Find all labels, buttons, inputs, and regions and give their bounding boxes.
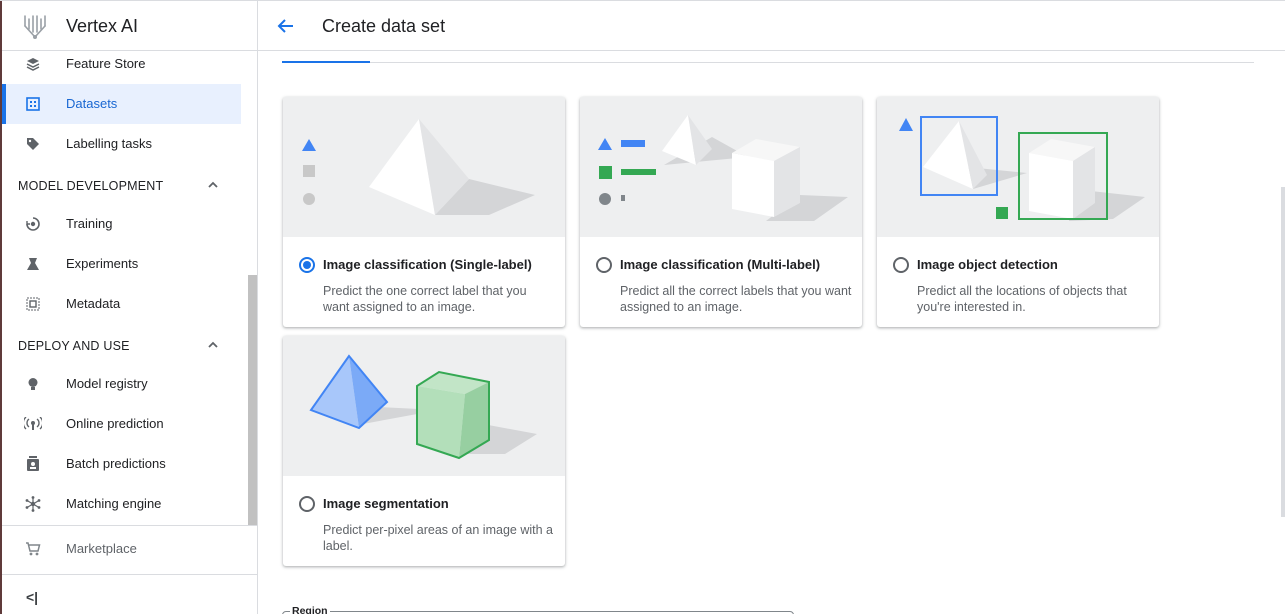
cart-icon xyxy=(24,540,42,558)
sidebar-scrollbar[interactable] xyxy=(248,275,257,525)
feature-store-icon xyxy=(24,55,42,73)
sidebar-item-batch-predictions[interactable]: Batch predictions xyxy=(2,444,241,484)
card-description: Predict the one correct label that you w… xyxy=(323,284,527,314)
vertex-ai-logo-icon xyxy=(24,15,46,39)
sidebar-item-label: Matching engine xyxy=(66,496,162,511)
sidebar-item-metadata[interactable]: Metadata xyxy=(2,284,241,324)
sidebar-item-datasets[interactable]: Datasets xyxy=(2,84,241,124)
object-detection-radio[interactable] xyxy=(893,257,909,273)
single-label-radio[interactable] xyxy=(299,257,315,273)
section-deploy-and-use[interactable]: DEPLOY AND USE xyxy=(18,337,228,357)
region-label: Region xyxy=(290,605,330,614)
card-image-classification-single[interactable]: Image classification (Single-label) Pred… xyxy=(283,97,565,327)
sidebar-item-training[interactable]: Training xyxy=(2,204,241,244)
section-title: MODEL DEVELOPMENT xyxy=(18,179,164,193)
card-image-segmentation[interactable]: Image segmentation Predict per-pixel are… xyxy=(283,336,565,566)
label-tag-icon xyxy=(24,135,42,153)
segmentation-radio[interactable] xyxy=(299,496,315,512)
sidebar-item-label: Labelling tasks xyxy=(66,136,152,151)
card-description: Predict all the correct labels that you … xyxy=(620,284,852,314)
lightbulb-icon xyxy=(24,375,42,393)
sidebar-item-label: Datasets xyxy=(66,96,118,111)
sidebar-item-label: Metadata xyxy=(66,296,121,311)
card-image-object-detection[interactable]: Image object detection Predict all the l… xyxy=(877,97,1159,327)
segmentation-illustration xyxy=(283,336,565,476)
single-label-illustration xyxy=(283,97,565,237)
tab-bar xyxy=(282,62,1254,63)
chevron-up-icon[interactable] xyxy=(206,338,220,352)
card-title: Image object detection xyxy=(917,257,1058,272)
card-title: Image classification (Multi-label) xyxy=(620,257,821,272)
datasets-icon xyxy=(24,95,42,113)
chevron-up-icon[interactable] xyxy=(206,178,220,192)
flask-icon xyxy=(24,255,42,273)
back-arrow-icon[interactable] xyxy=(276,16,296,36)
sidebar-item-label: Online prediction xyxy=(66,416,164,431)
sidebar: Vertex AI Feature Store Datasets Labelli… xyxy=(0,1,258,614)
section-model-development[interactable]: MODEL DEVELOPMENT xyxy=(18,177,228,197)
tab-active-indicator[interactable] xyxy=(282,61,370,63)
card-title: Image segmentation xyxy=(323,496,449,511)
metadata-icon xyxy=(24,295,42,313)
training-icon xyxy=(24,215,42,233)
page-header: Create data set xyxy=(258,1,1285,51)
sidebar-item-label: Training xyxy=(66,216,113,231)
sidebar-item-labelling-tasks[interactable]: Labelling tasks xyxy=(2,124,241,164)
sidebar-item-marketplace[interactable]: Marketplace xyxy=(2,529,241,569)
app-name: Vertex AI xyxy=(66,16,139,36)
card-title: Image classification (Single-label) xyxy=(323,257,532,272)
card-image-classification-multi[interactable]: Image classification (Multi-label) Predi… xyxy=(580,97,862,327)
batch-icon xyxy=(24,455,42,473)
sidebar-divider xyxy=(2,574,258,575)
sidebar-item-label: Marketplace xyxy=(66,541,137,556)
collapse-sidebar-icon[interactable]: <| xyxy=(26,589,38,605)
sidebar-item-feature-store[interactable]: Feature Store xyxy=(2,44,241,84)
card-description: Predict all the locations of objects tha… xyxy=(917,284,1127,314)
multi-label-illustration xyxy=(580,97,862,237)
app-root: Vertex AI Feature Store Datasets Labelli… xyxy=(0,0,1285,614)
card-description: Predict per-pixel areas of an image with… xyxy=(323,523,553,553)
sidebar-item-matching-engine[interactable]: Matching engine xyxy=(2,484,241,524)
hub-icon xyxy=(24,495,42,513)
sidebar-item-label: Batch predictions xyxy=(66,456,166,471)
sidebar-item-model-registry[interactable]: Model registry xyxy=(2,364,241,404)
main-scrollbar[interactable] xyxy=(1281,187,1285,517)
page-title: Create data set xyxy=(322,16,446,36)
multi-label-radio[interactable] xyxy=(596,257,612,273)
broadcast-icon xyxy=(24,415,42,433)
sidebar-divider xyxy=(2,525,258,526)
sidebar-item-experiments[interactable]: Experiments xyxy=(2,244,241,284)
sidebar-item-label: Feature Store xyxy=(66,56,146,71)
sidebar-item-label: Model registry xyxy=(66,376,148,391)
sidebar-item-online-prediction[interactable]: Online prediction xyxy=(2,404,241,444)
sidebar-item-label: Experiments xyxy=(66,256,139,271)
section-title: DEPLOY AND USE xyxy=(18,339,130,353)
object-detection-illustration xyxy=(877,97,1159,237)
